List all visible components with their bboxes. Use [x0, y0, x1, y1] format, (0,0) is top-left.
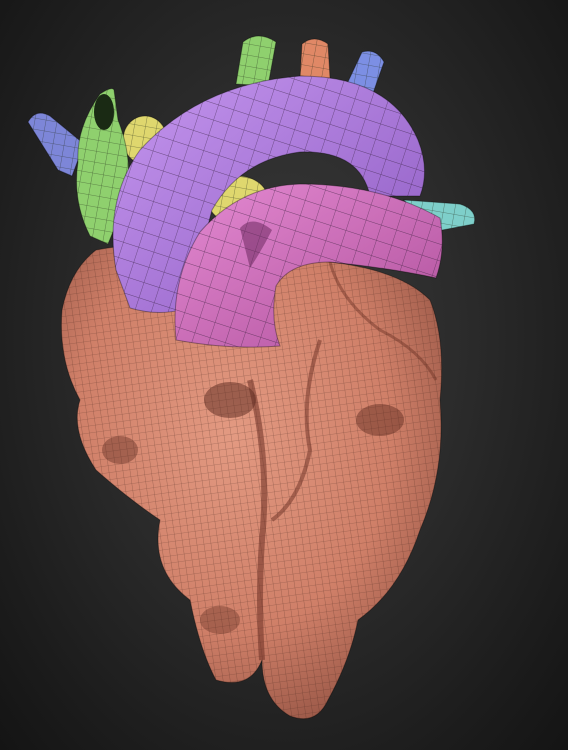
viewport-canvas [0, 0, 568, 750]
vessel-left-blue [27, 112, 85, 177]
heart-model [27, 35, 476, 720]
vessel-top-orange [299, 38, 331, 79]
svc-opening [94, 94, 114, 130]
vessel-top-green [235, 35, 277, 87]
